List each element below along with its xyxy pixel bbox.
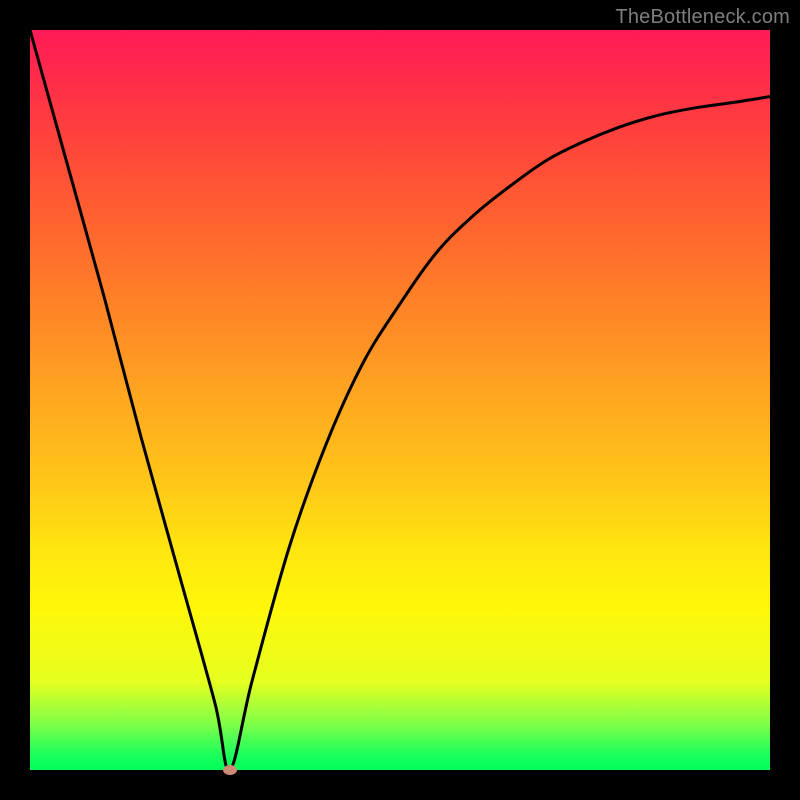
bottleneck-curve [30, 30, 770, 770]
attribution-label: TheBottleneck.com [615, 6, 790, 29]
plot-area [30, 30, 770, 770]
chart-frame: TheBottleneck.com [0, 0, 800, 800]
optimum-marker [223, 765, 237, 775]
